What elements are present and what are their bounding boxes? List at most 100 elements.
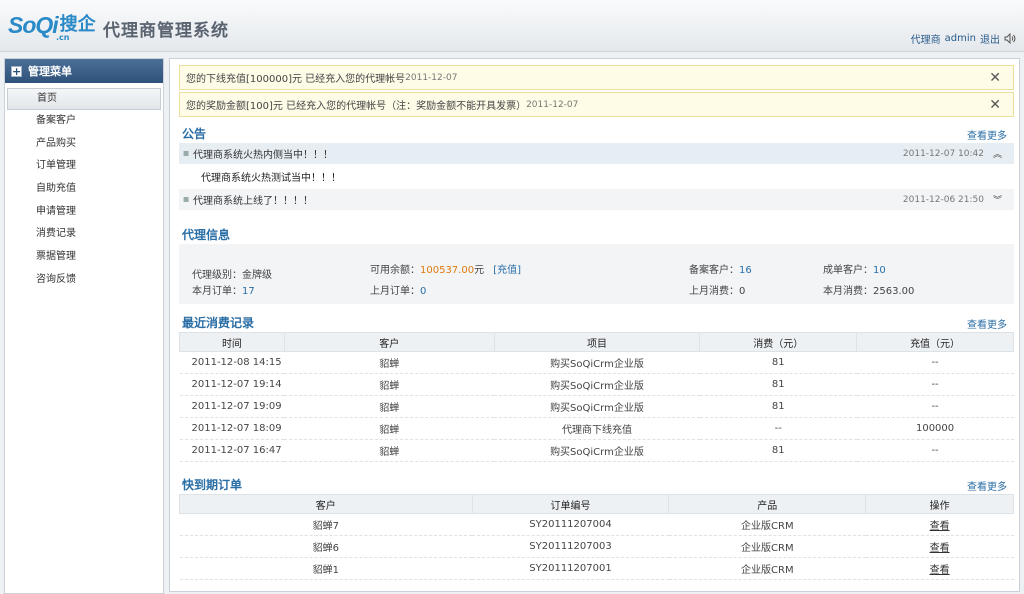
filed-customers: 备案客户：16: [689, 261, 752, 276]
table-cell: 貂蝉7: [179, 513, 473, 536]
recharge-link[interactable]: [充值]: [493, 265, 521, 276]
table-cell: 2011-12-07 18:09: [179, 417, 285, 440]
table-cell: --: [856, 373, 1014, 396]
announcement-body: 代理商系统火热测试当中！！！: [179, 166, 1014, 187]
user-bar: 代理商 admin 退出: [911, 31, 1016, 46]
sidebar-item-feedback[interactable]: 咨询反馈: [7, 269, 161, 292]
user-role: 代理商: [910, 35, 941, 46]
last-month-orders-value: 0: [420, 286, 427, 297]
agent-level-label: 代理级别：: [192, 270, 242, 281]
bullet-icon: ▪: [182, 194, 190, 205]
last-month-spend-label: 上月消费：: [689, 286, 739, 297]
table-cell: 企业版CRM: [668, 535, 866, 558]
table-cell: 貂蝉1: [179, 557, 473, 580]
consumption-title: 最近消费记录: [182, 316, 255, 330]
last-month-orders-label: 上月订单：: [370, 286, 420, 297]
announcement-body-text: 代理商系统火热测试当中！！！: [201, 173, 341, 184]
column-header: 消费（元）: [699, 332, 858, 352]
table-cell: 81: [699, 373, 857, 396]
column-header: 时间: [179, 332, 285, 352]
filed-customers-value: 16: [739, 265, 752, 276]
balance-value: 100537.00: [420, 265, 475, 276]
announcements-more-link[interactable]: 查看更多: [967, 127, 1007, 142]
user-name: admin: [944, 33, 976, 44]
table-row: 貂蝉6 SY20111207003 企业版CRM 查看: [179, 535, 1014, 558]
view-order-link[interactable]: 查看: [930, 565, 950, 576]
view-order-link[interactable]: 查看: [930, 543, 950, 554]
last-month-orders: 上月订单：0: [370, 282, 426, 297]
sidebar-item-self-recharge[interactable]: 自助充值: [7, 178, 161, 201]
table-cell: 貂蝉6: [179, 535, 473, 558]
table-cell: 2011-12-07 19:14: [179, 373, 285, 396]
table-cell: 貂蝉: [284, 417, 495, 440]
table-cell: --: [699, 417, 857, 440]
logo: SoQi .cn 搜企: [8, 12, 96, 42]
month-orders-label: 本月订单：: [192, 286, 242, 297]
expand-icon[interactable]: ︾: [993, 193, 1002, 206]
table-cell: 2011-12-08 14:15: [179, 351, 285, 374]
column-header: 客户: [179, 494, 473, 514]
app-header: SoQi .cn 搜企 代理商管理系统 代理商 admin 退出: [0, 0, 1024, 52]
table-cell: 代理商下线充值: [494, 417, 700, 440]
logo-mark: SoQi: [8, 12, 59, 38]
collapse-icon[interactable]: ︽: [993, 147, 1002, 160]
announcement-title: 代理商系统火热内侧当中！！！: [193, 150, 333, 161]
table-cell: 查看: [865, 513, 1014, 536]
column-header: 产品: [668, 494, 867, 514]
consumption-more-link[interactable]: 查看更多: [967, 316, 1007, 331]
sidebar-item-consumption-records[interactable]: 消费记录: [7, 223, 161, 246]
speaker-icon[interactable]: [1004, 33, 1016, 44]
table-row: 貂蝉1 SY20111207001 企业版CRM 查看: [179, 557, 1014, 580]
sidebar-item-invoice-management[interactable]: 票据管理: [7, 246, 161, 269]
close-icon[interactable]: ✕: [989, 71, 1001, 85]
column-header: 订单编号: [471, 494, 670, 514]
notice-banner: 您的下线充值[100000]元 已经充入您的代理帐号 2011-12-07 ✕: [179, 65, 1014, 90]
deal-customers-label: 成单客户：: [823, 265, 873, 276]
logout-link[interactable]: 退出: [980, 31, 1000, 46]
table-cell: 企业版CRM: [668, 557, 866, 580]
announcement-item[interactable]: ▪ 代理商系统上线了！！！！ 2011-12-06 21:50 ︾: [179, 189, 1014, 210]
table-cell: --: [856, 351, 1014, 374]
month-spend-label: 本月消费：: [823, 286, 873, 297]
bullet-icon: ▪: [182, 148, 190, 159]
table-cell: 100000: [856, 417, 1014, 440]
table-cell: 貂蝉: [284, 373, 495, 396]
table-cell: 查看: [865, 557, 1014, 580]
sidebar-item-order-management[interactable]: 订单管理: [7, 155, 161, 178]
agent-level: 代理级别：金牌级: [192, 266, 272, 281]
column-header: 操作: [865, 494, 1014, 514]
expiring-orders-more-link[interactable]: 查看更多: [967, 478, 1007, 493]
table-cell: 购买SoQiCrm企业版: [494, 395, 700, 418]
view-order-link[interactable]: 查看: [930, 521, 950, 532]
table-row: 貂蝉7 SY20111207004 企业版CRM 查看: [179, 513, 1014, 536]
plus-icon[interactable]: +: [11, 65, 22, 77]
logo-domain: .cn: [56, 33, 70, 42]
notice-text: 您的下线充值[100000]元 已经充入您的代理帐号: [186, 74, 406, 85]
balance-unit: 元: [474, 265, 485, 276]
table-cell: 查看: [865, 535, 1014, 558]
table-cell: 貂蝉: [284, 439, 495, 462]
announcement-title: 代理商系统上线了！！！！: [193, 196, 313, 207]
month-orders-value: 17: [242, 286, 255, 297]
announcement-item[interactable]: ▪ 代理商系统火热内侧当中！！！ 2011-12-07 10:42 ︽: [179, 143, 1014, 164]
table-cell: SY20111207001: [472, 557, 669, 580]
announcements-title: 公告: [182, 127, 207, 141]
expiring-orders-table: 客户 订单编号 产品 操作 貂蝉7 SY20111207004 企业版CRM 查看 貂蝉…: [179, 494, 1014, 580]
sidebar: + 管理菜单 首页 备案客户 产品购买 订单管理 自助充值 申请管理 消费记录 …: [4, 58, 164, 594]
main-panel: 您的下线充值[100000]元 已经充入您的代理帐号 2011-12-07 ✕ …: [169, 58, 1020, 592]
table-cell: 81: [699, 439, 857, 462]
sidebar-item-product-purchase[interactable]: 产品购买: [7, 133, 161, 156]
table-row: 2011-12-07 19:09 貂蝉 购买SoQiCrm企业版 81 --: [179, 395, 1014, 418]
table-cell: --: [856, 395, 1014, 418]
month-spend: 本月消费：2563.00: [823, 282, 914, 297]
consumption-table: 时间 客户 项目 消费（元） 充值（元） 2011-12-08 14:15 貂蝉购…: [179, 332, 1014, 462]
table-cell: 2011-12-07 16:47: [179, 439, 285, 462]
sidebar-item-application-management[interactable]: 申请管理: [7, 201, 161, 224]
table-row: 2011-12-07 18:09 貂蝉 代理商下线充值 -- 100000: [179, 417, 1014, 440]
table-cell: 购买SoQiCrm企业版: [494, 439, 700, 462]
sidebar-item-filed-customers[interactable]: 备案客户: [7, 110, 161, 133]
column-header: 充值（元）: [856, 332, 1014, 352]
close-icon[interactable]: ✕: [989, 98, 1001, 112]
expiring-orders-title: 快到期订单: [182, 478, 243, 492]
sidebar-item-home[interactable]: 首页: [7, 88, 161, 110]
